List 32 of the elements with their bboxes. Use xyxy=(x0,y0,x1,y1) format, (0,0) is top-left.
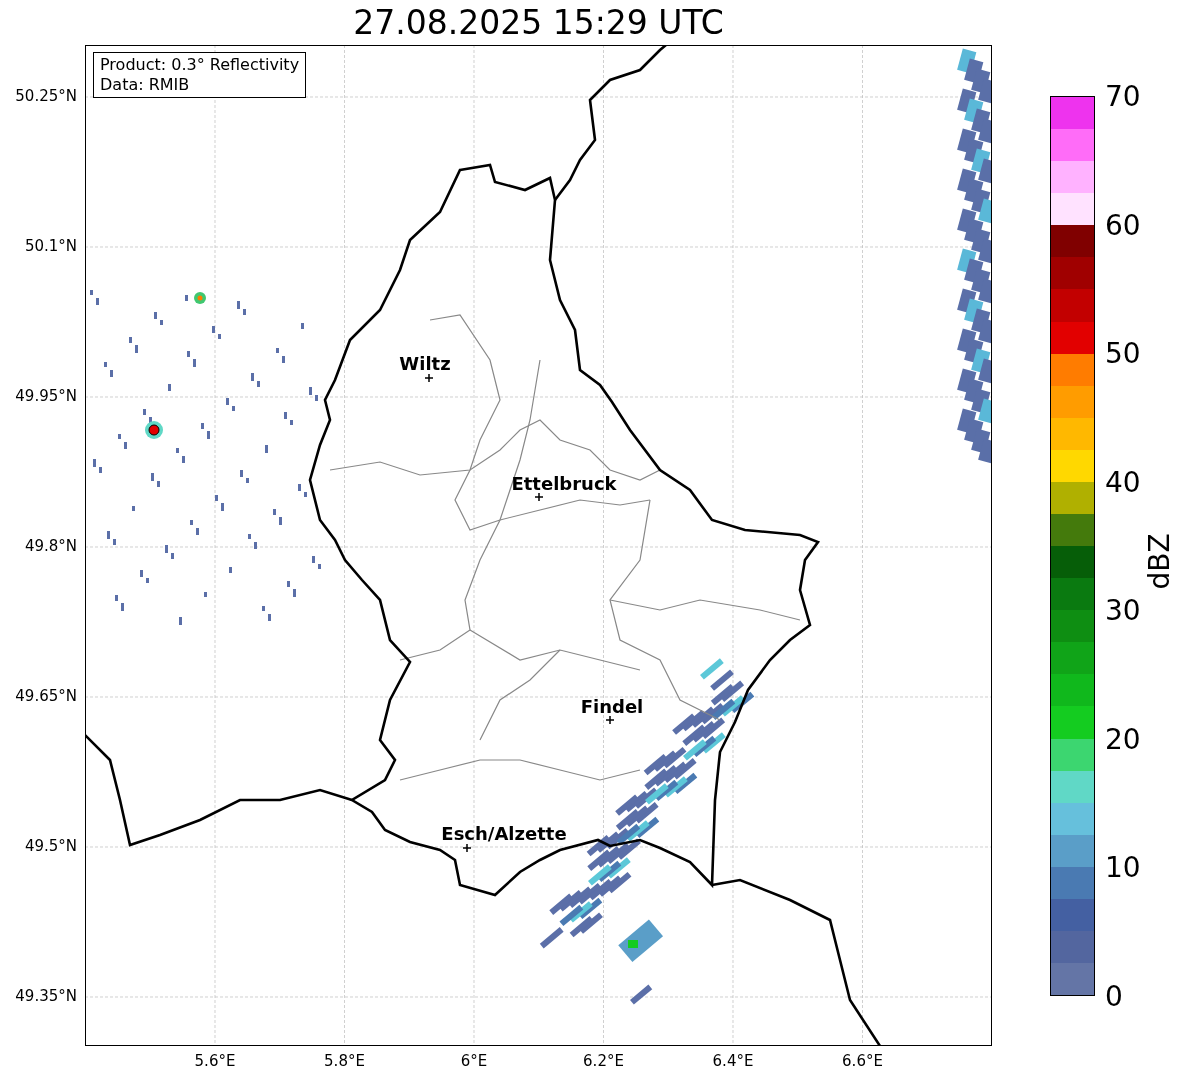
colorbar-label: dBZ xyxy=(1142,533,1176,590)
city-marker-icon xyxy=(424,373,434,383)
latitude-label: 49.5°N xyxy=(24,837,77,855)
info-box: Product: 0.3° Reflectivity Data: RMIB xyxy=(93,52,307,98)
colorbar-tick-label: 70 xyxy=(1105,79,1141,113)
longitude-label: 6.6°E xyxy=(842,1052,883,1070)
city-marker-icon xyxy=(534,492,544,502)
longitude-label: 6°E xyxy=(460,1052,488,1070)
chart-title: 27.08.2025 15:29 UTC xyxy=(352,2,725,44)
city-marker-icon xyxy=(605,715,615,725)
latitude-label: 50.1°N xyxy=(24,237,77,255)
colorbar-tick-label: 10 xyxy=(1105,850,1141,884)
city-marker-icon xyxy=(462,843,472,853)
latitude-label: 49.95°N xyxy=(15,387,77,405)
city-label: Findel xyxy=(580,695,644,717)
city-label: Esch/Alzette xyxy=(441,822,567,844)
latitude-label: 49.8°N xyxy=(24,537,77,555)
colorbar-tick-label: 20 xyxy=(1105,722,1141,756)
colorbar-tick-label: 50 xyxy=(1105,336,1141,370)
longitude-label: 6.2°E xyxy=(583,1052,624,1070)
city-label: Wiltz xyxy=(399,352,451,374)
longitude-label: 6.4°E xyxy=(712,1052,754,1070)
latitude-label: 49.65°N xyxy=(15,687,77,705)
latitude-label: 49.35°N xyxy=(15,987,77,1005)
colorbar-tick-label: 40 xyxy=(1105,465,1141,499)
colorbar-tick-label: 60 xyxy=(1105,208,1141,242)
longitude-label: 5.8°E xyxy=(324,1052,365,1070)
colorbar-tick-label: 30 xyxy=(1105,593,1141,627)
colorbar-tick-label: 0 xyxy=(1105,979,1123,1013)
city-label: Ettelbruck xyxy=(511,472,617,494)
latitude-label: 50.25°N xyxy=(15,87,77,105)
longitude-label: 5.6°E xyxy=(194,1052,236,1070)
